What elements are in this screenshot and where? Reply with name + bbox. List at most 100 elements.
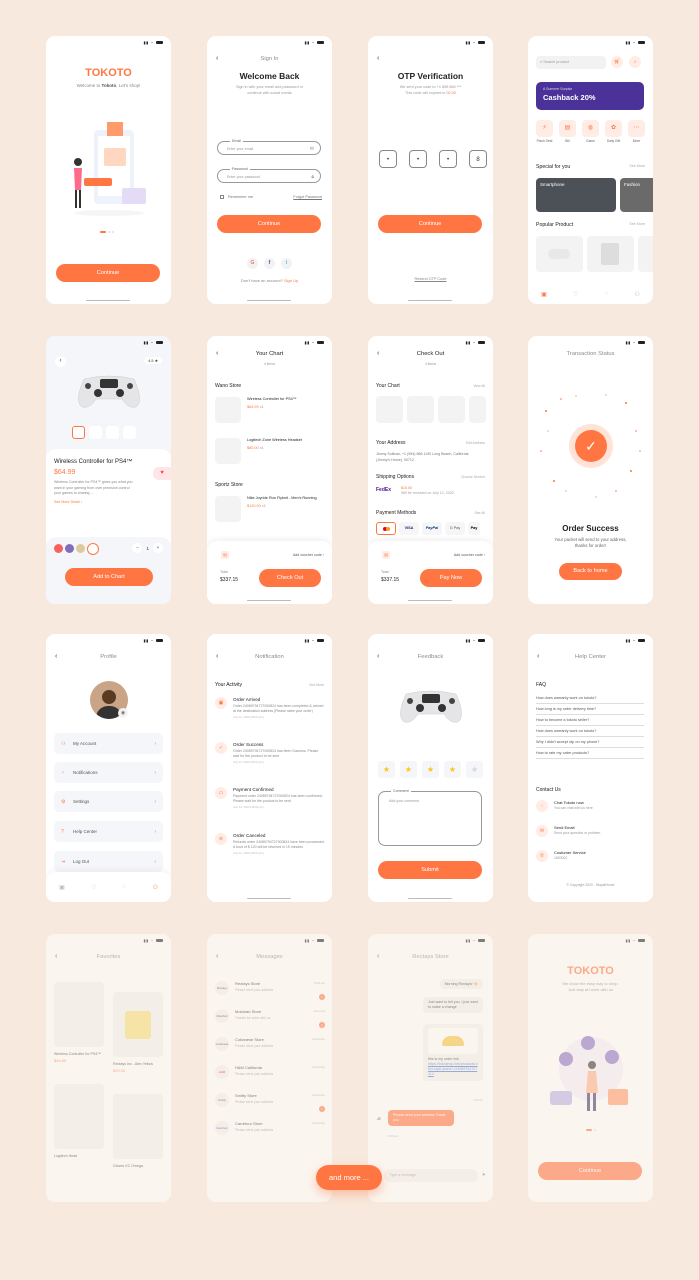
menu-notifications[interactable]: ◔ Notifications › [54, 762, 163, 783]
google-icon[interactable]: G [247, 258, 258, 269]
faq-item[interactable]: How long is my order delivery time? [536, 704, 644, 715]
special-card-smartphone[interactable]: Smartphone [536, 178, 616, 212]
visa-option[interactable]: VISA [399, 522, 419, 535]
back-icon[interactable]: ‹ [216, 47, 218, 71]
back-icon[interactable]: ‹ [55, 356, 66, 367]
category-daily-gift[interactable]: ✿ Daily Gift [605, 120, 622, 143]
continue-button[interactable]: Continue [56, 264, 160, 282]
chat-icon[interactable]: ◌ [123, 884, 127, 890]
notification-item[interactable]: ▣ Order Arrived Order 24089794727000824 ha… [215, 697, 325, 719]
category-game[interactable]: ◍ Game [582, 120, 599, 143]
facebook-icon[interactable]: f [264, 258, 275, 269]
color-purple[interactable] [65, 544, 74, 553]
thumbnail[interactable] [106, 426, 119, 439]
message-item[interactable]: Rectays Rectays Store Please send your add… [215, 981, 325, 1009]
pay-now-button[interactable]: Pay Now [420, 569, 482, 587]
see-more-link[interactable]: See More [309, 683, 324, 687]
favorite-item[interactable]: Gloves XC Omega [113, 1094, 163, 1168]
category-more[interactable]: ⋯ More [628, 120, 645, 143]
cart-item[interactable]: Nike Joyride Run Flyknit - Men’s Running… [215, 496, 317, 522]
back-icon[interactable]: ‹ [377, 645, 379, 669]
menu-help-center[interactable]: ? Help Center › [54, 821, 163, 842]
choose-service-link[interactable]: Choose Service [461, 475, 485, 479]
camera-icon[interactable]: ◉ [118, 708, 128, 718]
faq-item[interactable]: How does warranty work on tokoto? [536, 693, 644, 704]
mastercard-icon[interactable] [376, 522, 396, 535]
notification-item[interactable]: ⊘ Order Canceled Refunds order 24089794727… [215, 833, 325, 855]
twitter-icon[interactable]: t [281, 258, 292, 269]
faq-item[interactable]: Why I didn't accept otp on my phone? [536, 737, 644, 748]
promo-banner[interactable]: A Summer Surpise Cashback 20% [536, 82, 644, 110]
back-icon[interactable]: ‹ [216, 645, 218, 669]
order-link[interactable]: https://tokoshop.link/products-skirt-sty… [428, 1062, 478, 1077]
message-item[interactable]: Carrefour Carrefour Store Please send your… [215, 1121, 325, 1149]
applepay-option[interactable]: Pay [468, 522, 480, 535]
message-item[interactable]: Cobanese Cobanese Store Please send your a… [215, 1037, 325, 1065]
product-card[interactable] [587, 236, 634, 272]
continue-button[interactable]: Continue [217, 215, 321, 233]
search-input[interactable]: ⌕ Search product [536, 56, 606, 69]
product-card[interactable] [638, 236, 653, 272]
continue-button[interactable]: Continue [378, 215, 482, 233]
category-flash-deal[interactable]: ⚡︎ Flash Deal [536, 120, 553, 143]
special-card-fashion[interactable]: Fashion [620, 178, 653, 212]
message-item[interactable]: Smitty Smitty Store Please send your addre… [215, 1093, 325, 1121]
product-card[interactable] [536, 236, 583, 272]
password-field[interactable]: Password Enter your password 🔒︎ [217, 166, 321, 183]
gpay-option[interactable]: G Pay [445, 522, 465, 535]
menu-settings[interactable]: ⚙ Settings › [54, 791, 163, 812]
heart-icon[interactable]: ♡ [573, 291, 578, 298]
back-icon[interactable]: ‹ [216, 945, 218, 969]
back-icon[interactable]: ‹ [377, 347, 379, 361]
email-field[interactable]: Email Enter your email ✉ [217, 138, 321, 155]
cart-item[interactable]: Wireless Controller for PS4™ $64.99 x1 [215, 397, 317, 423]
user-icon[interactable]: ⚇ [634, 291, 639, 298]
thumbnail[interactable] [123, 426, 136, 439]
message-input[interactable]: Type a message [383, 1168, 478, 1182]
message-item[interactable]: H&M H&M California Please send your addres… [215, 1065, 325, 1093]
resend-otp-link[interactable]: Resend OTP Code [368, 277, 493, 281]
favorite-item[interactable]: Logitech Head [54, 1084, 104, 1158]
menu-log-out[interactable]: ⇥ Log Out › [54, 851, 163, 872]
favorite-heart-icon[interactable]: ♥ [153, 467, 171, 480]
back-icon[interactable]: ‹ [55, 945, 57, 969]
add-voucher-link[interactable]: Add voucher code › [454, 553, 485, 557]
signup-link[interactable]: Sign Up [284, 278, 298, 283]
bell-icon[interactable]: ♪ [629, 56, 641, 68]
cart-item[interactable]: Logitech Zone Wireless Headset $80.00 x1 [215, 438, 317, 464]
chat-icon[interactable]: ◌ [605, 291, 609, 298]
add-voucher-link[interactable]: Add voucher code › [293, 553, 324, 557]
otp-digit-2[interactable]: • [409, 150, 427, 168]
star-icon[interactable]: ★ [378, 761, 395, 778]
view-all-link[interactable]: View All [473, 384, 485, 388]
comment-textarea[interactable]: Comment Add your comment [378, 789, 482, 846]
otp-digit-3[interactable]: • [439, 150, 457, 168]
star-icon[interactable]: ★ [444, 761, 461, 778]
star-icon[interactable]: ★ [400, 761, 417, 778]
thumbnail[interactable] [89, 426, 102, 439]
checkout-button[interactable]: Check Out [259, 569, 321, 587]
color-white[interactable] [87, 542, 99, 555]
favorite-item[interactable]: Rectays Inc - Alex Yellow $20.00 [113, 992, 163, 1073]
plus-button[interactable]: + [153, 543, 163, 553]
star-icon[interactable]: ★ [422, 761, 439, 778]
color-gold[interactable] [76, 544, 85, 553]
back-to-home-button[interactable]: Back to home [559, 563, 622, 580]
continue-button[interactable]: Continue [538, 1162, 642, 1180]
back-icon[interactable]: ‹ [377, 47, 379, 71]
send-icon[interactable]: ➤ [482, 1172, 486, 1178]
see-more-detail-link[interactable]: See More Detail › [46, 497, 171, 504]
edit-address-link[interactable]: Edit Address [466, 441, 485, 445]
contact-item[interactable]: ✉ Send Email Send your question or problem [536, 825, 600, 837]
otp-digit-4[interactable]: 8 [469, 150, 487, 168]
thumbnail[interactable] [72, 426, 85, 439]
color-red[interactable] [54, 544, 63, 553]
menu-my-account[interactable]: ⚇ My Account › [54, 733, 163, 754]
cart-icon[interactable]: 🛒︎ [611, 56, 623, 68]
shop-icon[interactable]: ▣ [59, 884, 65, 891]
star-icon[interactable]: ★ [466, 761, 483, 778]
favorite-item[interactable]: Wireless Controller for PS4™ $64.99 [54, 982, 104, 1063]
add-to-cart-button[interactable]: Add to Chart [65, 568, 153, 586]
heart-icon[interactable]: ♡ [91, 884, 96, 891]
minus-button[interactable]: − [132, 543, 143, 553]
